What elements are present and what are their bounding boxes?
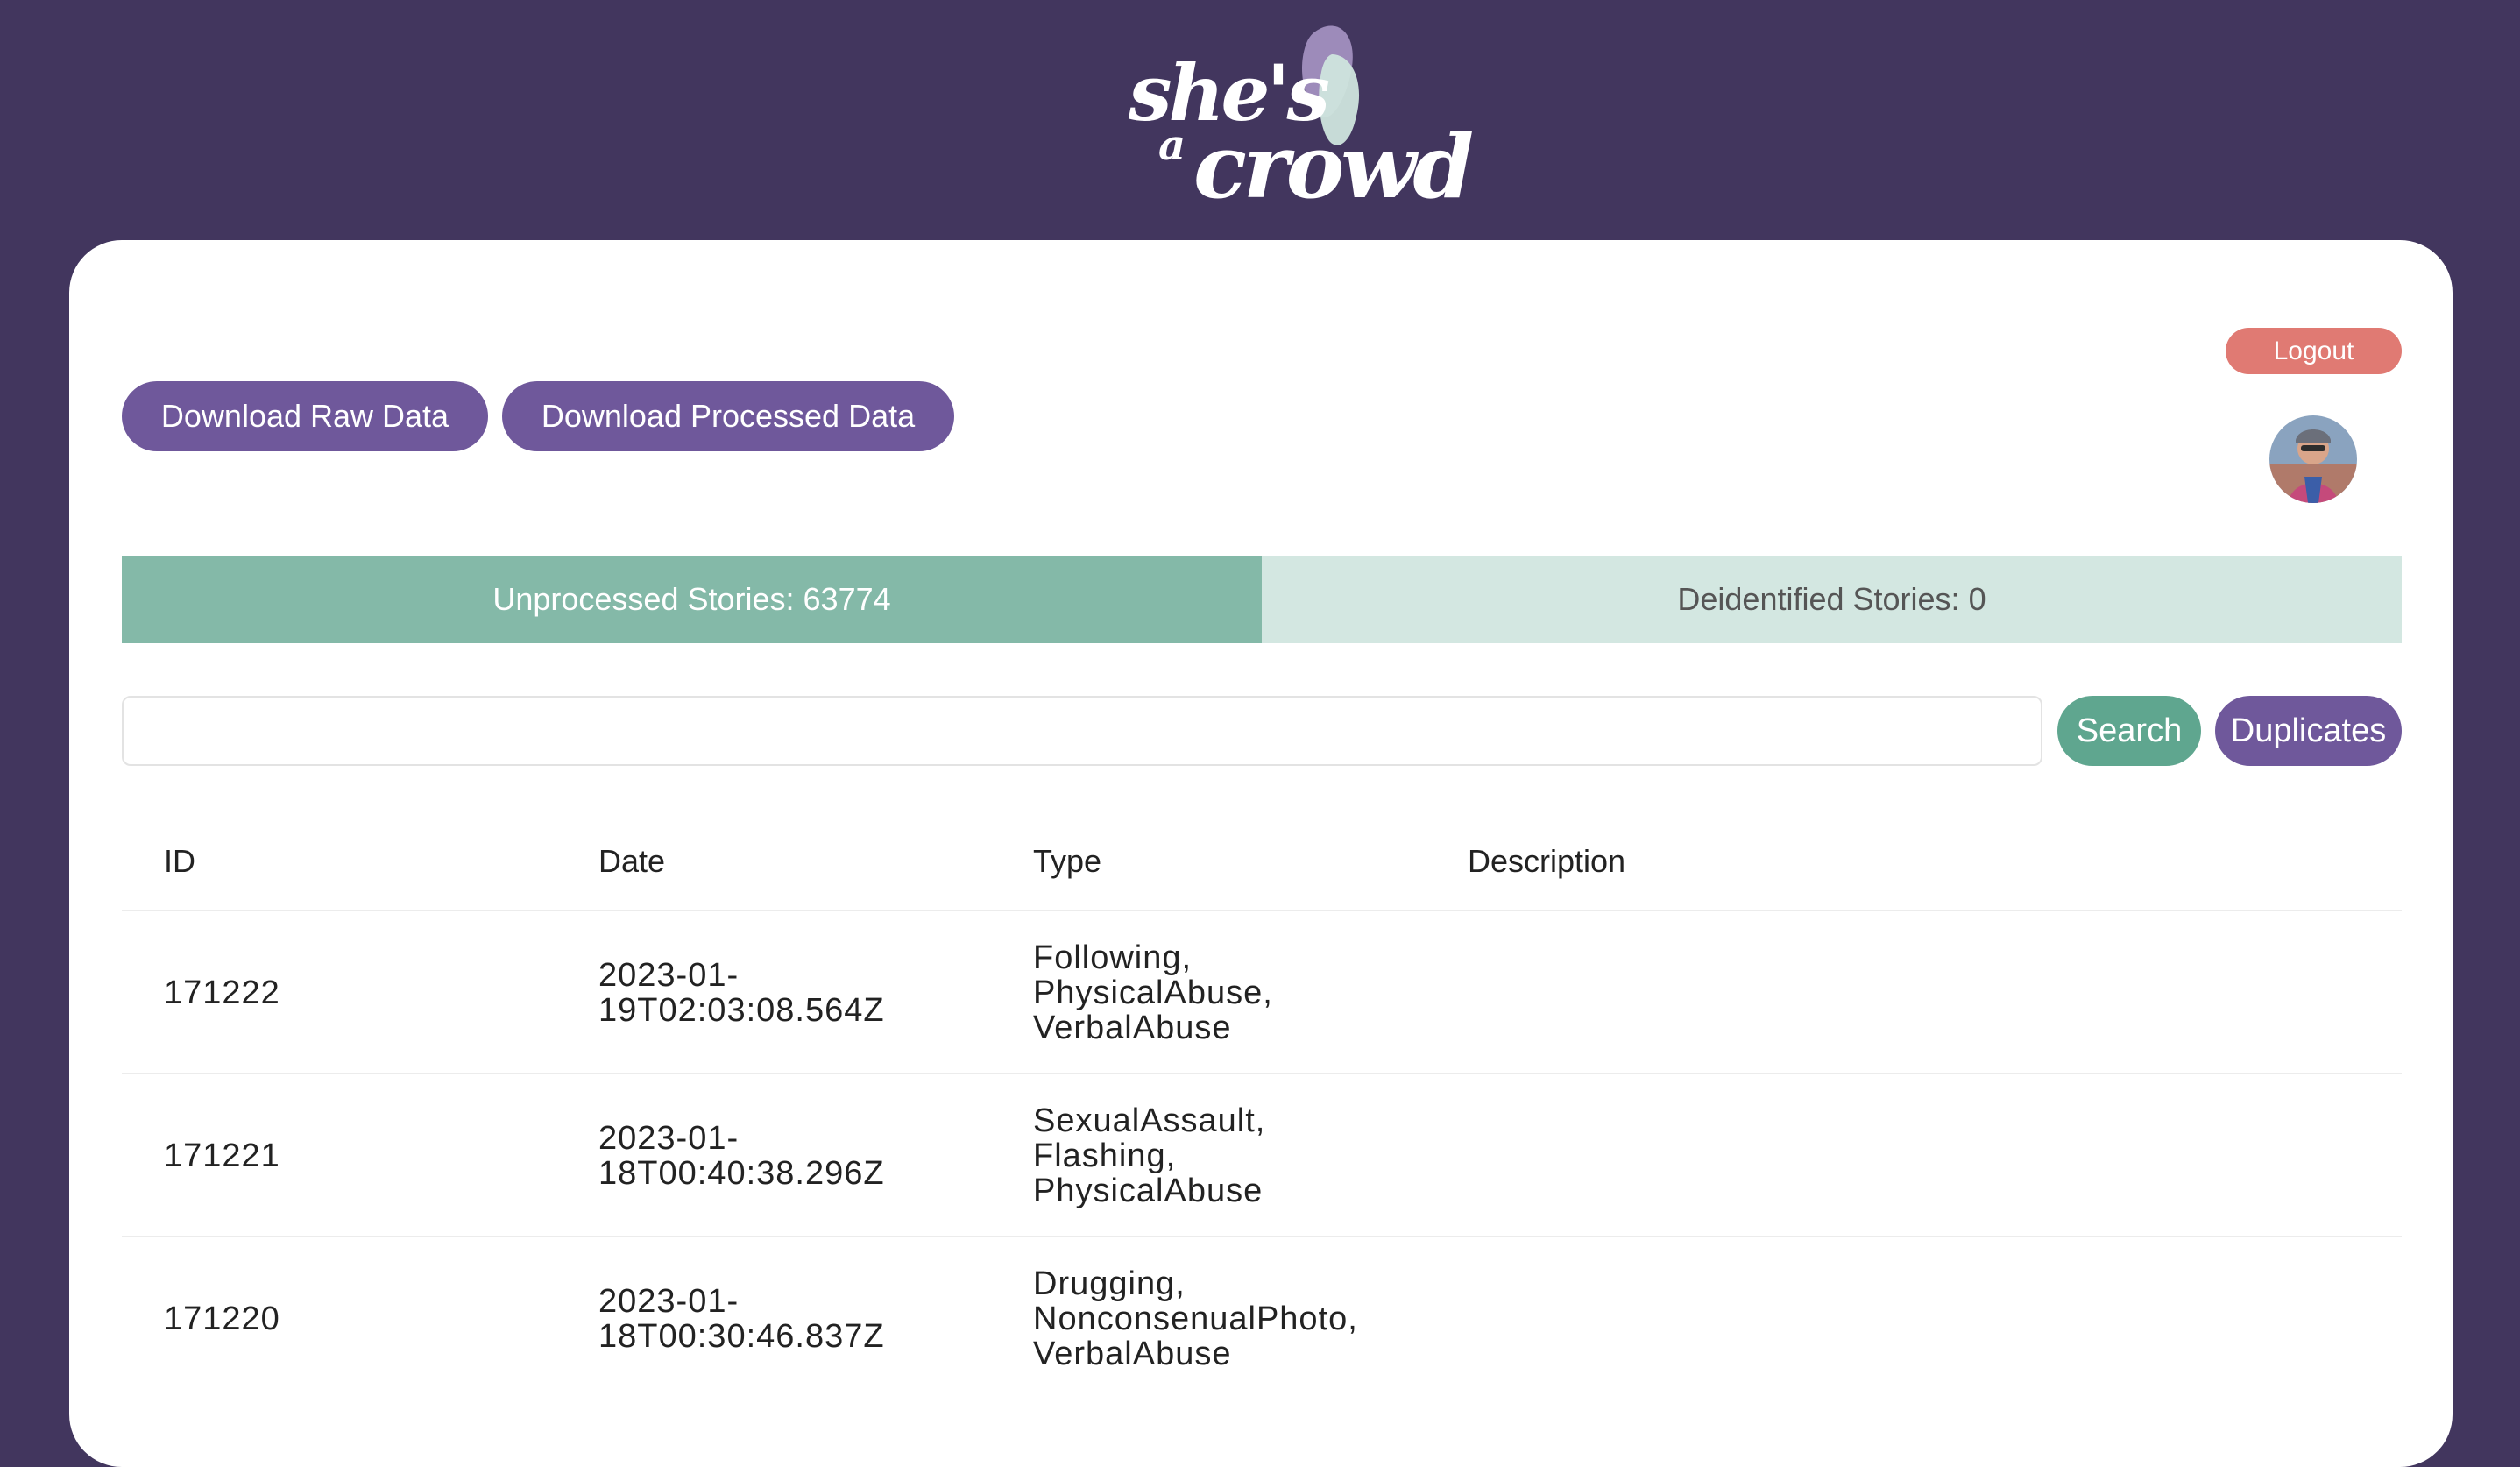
cell-date: 2023-01- 18T00:30:46.837Z xyxy=(598,1283,885,1355)
cell-date: 2023-01- 19T02:03:08.564Z xyxy=(598,957,885,1029)
tab-deidentified-stories[interactable]: Deidentified Stories: 0 xyxy=(1262,556,2402,643)
shes-a-crowd-logo: she's a crowd xyxy=(1122,19,1474,221)
main-card: Download Raw Data Download Processed Dat… xyxy=(69,240,2453,1467)
column-header-date: Date xyxy=(598,843,666,879)
user-avatar-icon xyxy=(2269,415,2357,503)
cell-id: 171222 xyxy=(164,974,280,1011)
search-input[interactable] xyxy=(122,696,2042,766)
table-row[interactable]: 171220 2023-01- 18T00:30:46.837Z Druggin… xyxy=(122,1236,2402,1399)
logo-text-a: a xyxy=(1158,121,1186,170)
cell-id: 171220 xyxy=(164,1300,280,1337)
cell-date: 2023-01- 18T00:40:38.296Z xyxy=(598,1120,885,1192)
avatar[interactable] xyxy=(2269,415,2357,503)
story-tabs: Unprocessed Stories: 63774 Deidentified … xyxy=(122,556,2402,643)
cell-type: SexualAssault, Flashing, PhysicalAbuse xyxy=(1033,1102,1266,1209)
download-raw-data-button[interactable]: Download Raw Data xyxy=(122,381,488,451)
duplicates-button[interactable]: Duplicates xyxy=(2215,696,2402,766)
cell-type: Drugging, NonconsenualPhoto, VerbalAbuse xyxy=(1033,1265,1358,1372)
logo-text-crowd: crowd xyxy=(1193,115,1474,218)
table-row[interactable]: 171222 2023-01- 19T02:03:08.564Z Followi… xyxy=(122,910,2402,1073)
cell-id: 171221 xyxy=(164,1137,280,1174)
column-header-id: ID xyxy=(164,843,195,879)
column-header-description: Description xyxy=(1468,843,1626,879)
column-header-type: Type xyxy=(1033,843,1102,879)
cell-type: Following, PhysicalAbuse, VerbalAbuse xyxy=(1033,939,1273,1046)
tab-unprocessed-stories[interactable]: Unprocessed Stories: 63774 xyxy=(122,556,1262,643)
search-button[interactable]: Search xyxy=(2057,696,2201,766)
table-row[interactable]: 171221 2023-01- 18T00:40:38.296Z SexualA… xyxy=(122,1073,2402,1236)
logout-button[interactable]: Logout xyxy=(2226,328,2402,374)
download-processed-data-button[interactable]: Download Processed Data xyxy=(502,381,954,451)
